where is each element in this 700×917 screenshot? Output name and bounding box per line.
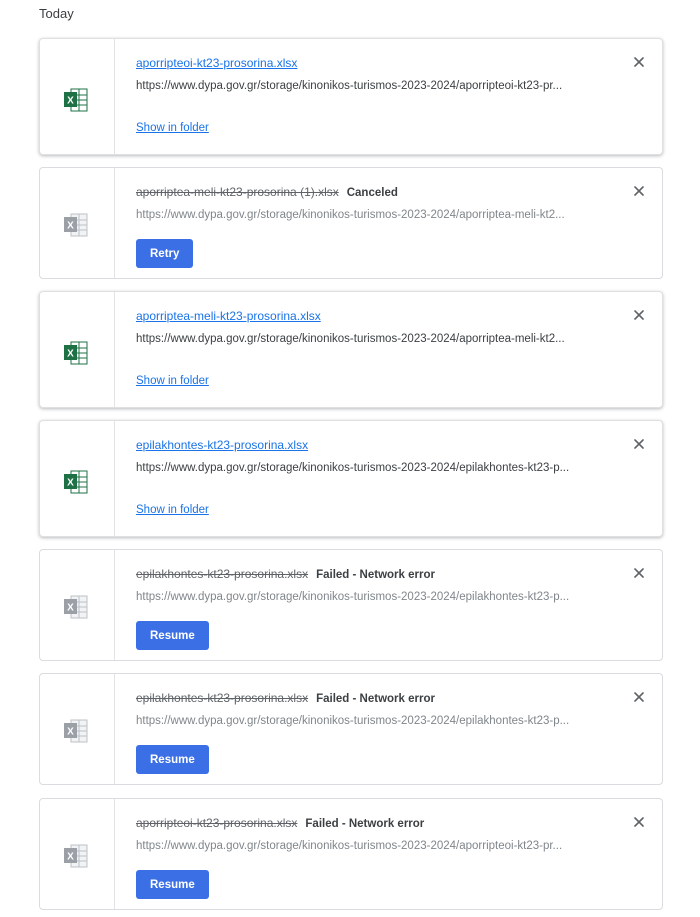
retry-button[interactable]: Retry (136, 239, 194, 268)
show-in-folder-link[interactable]: Show in folder (136, 122, 209, 134)
download-details: aporriptea-meli-kt23-prosorina (1).xlsx C… (136, 168, 662, 278)
remove-download-close-icon[interactable] (632, 437, 646, 451)
file-name-link[interactable]: aporripteoi-kt23-prosorina.xlsx (136, 56, 297, 70)
remove-download-close-icon[interactable] (632, 184, 646, 198)
resume-button[interactable]: Resume (136, 870, 209, 899)
download-item: X aporriptea-meli-kt23-prosorina.xlsx htt… (39, 291, 663, 408)
resume-button[interactable]: Resume (136, 745, 209, 774)
download-item: X epilakhontes-kt23-prosorina.xlsx https:… (39, 420, 663, 537)
download-url: https://www.dypa.gov.gr/storage/kinoniko… (136, 462, 570, 474)
svg-text:X: X (67, 727, 74, 738)
svg-text:X: X (67, 96, 74, 107)
download-item: X aporriptea-meli-kt23-prosorina (1).xls… (39, 167, 663, 279)
excel-file-icon-disabled: X (63, 716, 89, 746)
file-icon-column: X (40, 550, 115, 660)
file-name: epilakhontes-kt23-prosorina.xlsx (136, 691, 309, 705)
file-name: aporripteoi-kt23-prosorina.xlsx (136, 816, 298, 830)
show-in-folder-link[interactable]: Show in folder (136, 375, 209, 387)
download-item: X aporripteoi-kt23-prosorina.xlsx Failed … (39, 798, 663, 910)
show-in-folder-link[interactable]: Show in folder (136, 504, 209, 516)
remove-download-close-icon[interactable] (632, 815, 646, 829)
download-details: aporriptea-meli-kt23-prosorina.xlsx https… (136, 292, 662, 407)
excel-file-icon: X (63, 85, 89, 115)
download-details: epilakhontes-kt23-prosorina.xlsx https://… (136, 421, 662, 536)
file-icon-column: X (40, 799, 115, 909)
file-name-link[interactable]: aporriptea-meli-kt23-prosorina.xlsx (136, 309, 321, 323)
file-icon-column: X (40, 292, 115, 407)
file-icon-column: X (40, 674, 115, 784)
svg-text:X: X (67, 349, 74, 360)
svg-text:X: X (67, 603, 74, 614)
resume-button[interactable]: Resume (136, 621, 209, 650)
file-name: epilakhontes-kt23-prosorina.xlsx (136, 567, 309, 581)
download-url: https://www.dypa.gov.gr/storage/kinoniko… (136, 840, 563, 852)
remove-download-close-icon[interactable] (632, 308, 646, 322)
excel-file-icon-disabled: X (63, 841, 89, 871)
download-status: Failed - Network error (316, 693, 435, 705)
download-status: Canceled (346, 187, 398, 199)
download-url: https://www.dypa.gov.gr/storage/kinoniko… (136, 591, 570, 603)
download-url: https://www.dypa.gov.gr/storage/kinoniko… (136, 80, 563, 92)
svg-text:X: X (67, 852, 74, 863)
download-details: aporripteoi-kt23-prosorina.xlsx https://w… (136, 39, 662, 154)
download-status: Failed - Network error (305, 818, 425, 830)
download-item: X aporripteoi-kt23-prosorina.xlsx https:/… (39, 38, 663, 155)
download-url: https://www.dypa.gov.gr/storage/kinoniko… (136, 333, 565, 345)
excel-file-icon-disabled: X (63, 210, 89, 240)
svg-text:X: X (67, 221, 74, 232)
file-name-link[interactable]: epilakhontes-kt23-prosorina.xlsx (136, 438, 308, 452)
excel-file-icon: X (63, 338, 89, 368)
file-icon-column: X (40, 168, 115, 278)
file-icon-column: X (40, 421, 115, 536)
file-name: aporriptea-meli-kt23-prosorina (1).xlsx (136, 185, 339, 199)
download-item: X epilakhontes-kt23-prosorina.xlsx Failed… (39, 549, 663, 661)
section-title-today: Today (39, 6, 74, 21)
download-details: epilakhontes-kt23-prosorina.xlsx Failed -… (136, 674, 662, 784)
remove-download-close-icon[interactable] (632, 55, 646, 69)
download-details: aporripteoi-kt23-prosorina.xlsx Failed - … (136, 799, 662, 909)
excel-file-icon: X (63, 467, 89, 497)
remove-download-close-icon[interactable] (632, 566, 646, 580)
excel-file-icon-disabled: X (63, 592, 89, 622)
download-url: https://www.dypa.gov.gr/storage/kinoniko… (136, 209, 565, 221)
download-item: X epilakhontes-kt23-prosorina.xlsx Failed… (39, 673, 663, 785)
remove-download-close-icon[interactable] (632, 690, 646, 704)
svg-text:X: X (67, 478, 74, 489)
file-icon-column: X (40, 39, 115, 154)
download-status: Failed - Network error (316, 569, 435, 581)
download-url: https://www.dypa.gov.gr/storage/kinoniko… (136, 715, 570, 727)
download-details: epilakhontes-kt23-prosorina.xlsx Failed -… (136, 550, 662, 660)
